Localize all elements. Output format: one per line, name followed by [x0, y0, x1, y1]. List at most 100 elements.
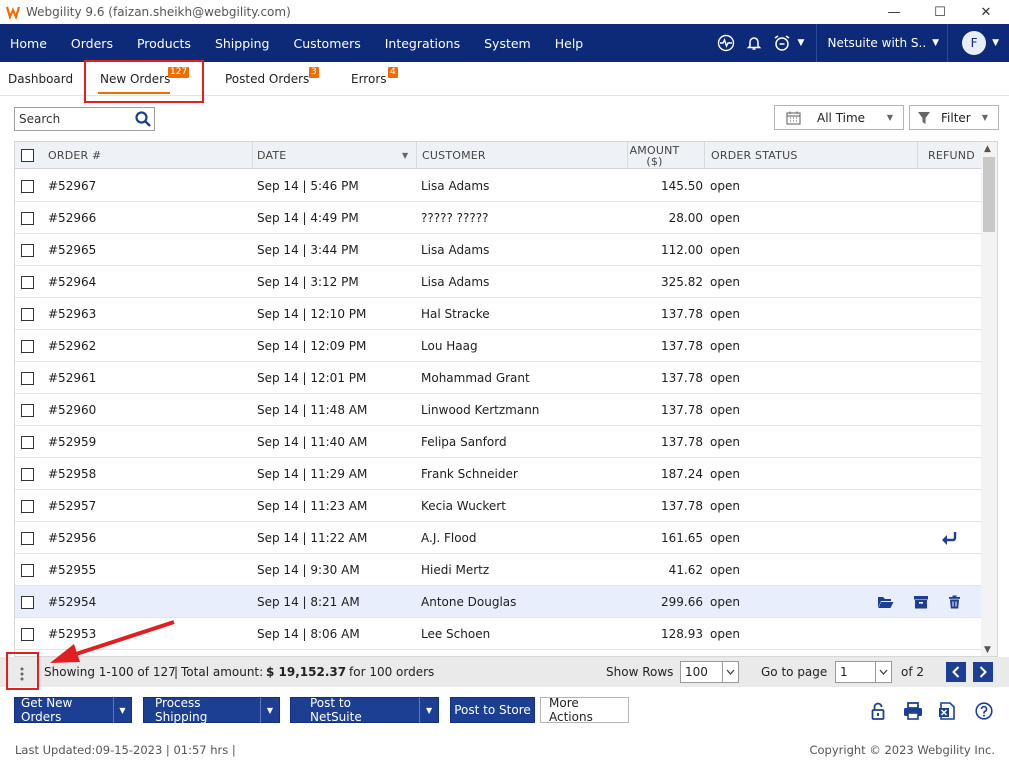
order-number[interactable]: #52960 — [48, 394, 96, 426]
nav-orders[interactable]: Orders — [59, 36, 125, 51]
row-checkbox[interactable] — [21, 243, 34, 257]
unlock-icon[interactable] — [868, 701, 888, 721]
order-number[interactable]: #52961 — [48, 362, 96, 394]
row-checkbox[interactable] — [21, 275, 34, 289]
store-selector[interactable]: Netsuite with S.. ▼ — [816, 24, 949, 62]
header-order-status[interactable]: ORDER STATUS — [711, 142, 798, 169]
table-row[interactable]: #52957 Sep 14 | 11:23 AM Kecia Wuckert 137.… — [15, 490, 983, 522]
avatar-chevron-down-icon[interactable]: ▼ — [992, 38, 999, 48]
table-row[interactable]: #52959 Sep 14 | 11:40 AM Felipa Sanford 137… — [15, 426, 983, 458]
post-to-netsuite-chevron-down-icon[interactable]: ▼ — [419, 697, 438, 723]
bell-icon[interactable] — [740, 24, 768, 62]
row-checkbox[interactable] — [21, 211, 34, 225]
minimize-button[interactable]: — — [871, 0, 917, 24]
get-new-orders-chevron-down-icon[interactable]: ▼ — [112, 697, 131, 723]
time-range-dropdown[interactable]: All Time ▼ — [774, 105, 904, 130]
header-customer[interactable]: CUSTOMER — [422, 142, 486, 169]
order-number[interactable]: #52966 — [48, 202, 96, 234]
table-row[interactable]: #52966 Sep 14 | 4:49 PM ????? ????? 28.00 op… — [15, 202, 983, 234]
select-all-checkbox[interactable] — [21, 149, 34, 162]
row-checkbox[interactable] — [21, 307, 34, 321]
table-row[interactable]: #52965 Sep 14 | 3:44 PM Lisa Adams 112.00 op… — [15, 234, 983, 266]
order-number[interactable]: #52963 — [48, 298, 96, 330]
search-input[interactable]: Search — [14, 107, 155, 131]
grid-scrollbar[interactable]: ▲ ▼ — [981, 142, 997, 656]
search-icon[interactable] — [134, 110, 152, 128]
order-number[interactable]: #52965 — [48, 234, 96, 266]
nav-products[interactable]: Products — [125, 36, 203, 51]
trash-icon[interactable] — [948, 586, 961, 618]
order-number[interactable]: #52967 — [48, 170, 96, 202]
table-row[interactable]: #52967 Sep 14 | 5:46 PM Lisa Adams 145.50 op… — [15, 170, 983, 202]
maximize-button[interactable]: ☐ — [917, 0, 963, 24]
nav-integrations[interactable]: Integrations — [373, 36, 472, 51]
order-number[interactable]: #52964 — [48, 266, 96, 298]
row-checkbox[interactable] — [21, 531, 34, 545]
next-page-button[interactable] — [973, 662, 993, 682]
activity-pulse-icon[interactable] — [712, 24, 740, 62]
table-row[interactable]: #52961 Sep 14 | 12:01 PM Mohammad Grant 137… — [15, 362, 983, 394]
tab-posted-orders[interactable]: Posted Orders — [225, 62, 309, 96]
row-checkbox[interactable] — [21, 435, 34, 449]
archive-icon[interactable] — [913, 586, 929, 618]
nav-shipping[interactable]: Shipping — [203, 36, 282, 51]
process-shipping-button[interactable]: Process Shipping ▼ — [143, 696, 280, 724]
table-row[interactable]: #52956 Sep 14 | 11:22 AM A.J. Flood 161.65 o… — [15, 522, 983, 554]
reply-arrow-icon[interactable] — [940, 522, 958, 554]
nav-customers[interactable]: Customers — [281, 36, 372, 51]
scroll-up-icon[interactable]: ▲ — [984, 144, 991, 154]
row-checkbox[interactable] — [21, 403, 34, 417]
help-icon[interactable] — [974, 701, 994, 721]
header-date[interactable]: DATE — [257, 142, 286, 169]
order-number[interactable]: #52954 — [48, 586, 96, 618]
table-row[interactable]: #52963 Sep 14 | 12:10 PM Hal Stracke 137.78… — [15, 298, 983, 330]
process-shipping-chevron-down-icon[interactable]: ▼ — [259, 697, 279, 723]
nav-help[interactable]: Help — [543, 36, 596, 51]
date-sort-icon[interactable]: ▼ — [402, 142, 408, 169]
header-amount[interactable]: AMOUNT ($) — [627, 142, 682, 169]
excel-export-icon[interactable] — [937, 701, 957, 721]
row-checkbox[interactable] — [21, 499, 34, 513]
table-row[interactable]: #52955 Sep 14 | 9:30 AM Hiedi Mertz 41.62 op… — [15, 554, 983, 586]
row-checkbox[interactable] — [21, 371, 34, 385]
order-number[interactable]: #52958 — [48, 458, 96, 490]
header-refund[interactable]: REFUND — [928, 142, 975, 169]
folder-open-icon[interactable] — [877, 586, 894, 618]
table-row[interactable]: #52954 Sep 14 | 8:21 AM Antone Douglas 299.… — [15, 586, 983, 618]
avatar[interactable]: F — [962, 31, 987, 55]
row-checkbox[interactable] — [21, 179, 34, 193]
scroll-down-icon[interactable]: ▼ — [984, 645, 991, 655]
order-number[interactable]: #52959 — [48, 426, 96, 458]
table-row[interactable]: #52960 Sep 14 | 11:48 AM Linwood Kertzmann… — [15, 394, 983, 426]
alarm-chevron-down-icon[interactable]: ▼ — [798, 38, 805, 48]
show-rows-select[interactable]: 100 — [680, 661, 739, 683]
header-order-number[interactable]: ORDER # — [48, 142, 101, 169]
row-checkbox[interactable] — [21, 627, 34, 641]
nav-system[interactable]: System — [472, 36, 543, 51]
order-number[interactable]: #52955 — [48, 554, 96, 586]
table-row[interactable]: #52958 Sep 14 | 11:29 AM Frank Schneider 18… — [15, 458, 983, 490]
table-row[interactable]: #52962 Sep 14 | 12:09 PM Lou Haag 137.78 ope… — [15, 330, 983, 362]
printer-icon[interactable] — [903, 701, 923, 721]
row-checkbox[interactable] — [21, 595, 34, 609]
close-button[interactable]: ✕ — [963, 0, 1009, 24]
scrollbar-thumb[interactable] — [983, 157, 995, 232]
order-number[interactable]: #52957 — [48, 490, 96, 522]
table-row[interactable]: #52964 Sep 14 | 3:12 PM Lisa Adams 325.82 op… — [15, 266, 983, 298]
order-number[interactable]: #52956 — [48, 522, 96, 554]
row-checkbox[interactable] — [21, 563, 34, 577]
row-checkbox[interactable] — [21, 467, 34, 481]
more-actions-button[interactable]: More Actions — [540, 696, 629, 724]
tab-dashboard[interactable]: Dashboard — [8, 62, 73, 96]
filter-dropdown[interactable]: Filter ▼ — [909, 105, 999, 130]
nav-home[interactable]: Home — [0, 36, 59, 51]
alarm-clock-icon[interactable] — [768, 24, 796, 62]
previous-page-button[interactable] — [946, 662, 966, 682]
order-number[interactable]: #52962 — [48, 330, 96, 362]
post-to-netsuite-button[interactable]: Post to NetSuite ▼ — [290, 696, 439, 724]
post-to-store-button[interactable]: Post to Store — [450, 697, 535, 723]
row-checkbox[interactable] — [21, 339, 34, 353]
tab-errors[interactable]: Errors — [351, 62, 387, 96]
get-new-orders-button[interactable]: Get New Orders ▼ — [14, 696, 132, 724]
page-select[interactable]: 1 — [835, 661, 892, 683]
